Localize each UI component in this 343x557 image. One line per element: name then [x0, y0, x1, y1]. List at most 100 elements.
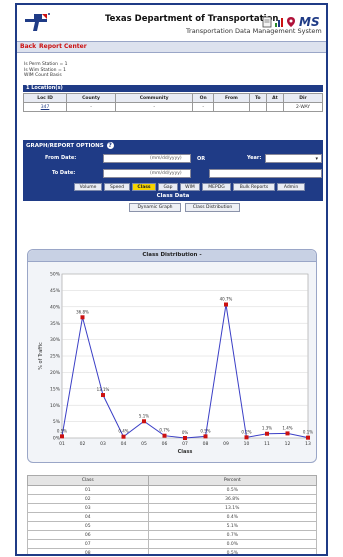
table-cell: 5.1% — [147, 521, 318, 531]
data-point — [162, 433, 167, 438]
tab-gap[interactable]: Gap — [158, 183, 178, 191]
back-link[interactable]: Back — [20, 43, 36, 50]
y-tick-label: 5% — [53, 419, 61, 425]
table-cell — [213, 102, 250, 112]
ms-logo-icon: MS — [299, 15, 320, 28]
y-tick-label: 40% — [50, 304, 61, 310]
x-tick-label: 05 — [141, 441, 147, 447]
year-label: Year: — [247, 155, 262, 161]
table-cell: 02 — [27, 494, 149, 504]
y-tick-label: 15% — [50, 386, 61, 392]
x-tick-label: 02 — [80, 441, 86, 447]
column-header: From — [213, 93, 250, 103]
page-subtitle: Transportation Data Management System — [186, 27, 322, 35]
table-row: 08 0.5% — [27, 548, 318, 554]
data-point — [224, 302, 228, 307]
tab-volume[interactable]: Volume — [74, 183, 102, 191]
data-label: 5.1% — [139, 413, 149, 418]
x-tick-label: 06 — [162, 441, 168, 447]
table-cell: 03 — [27, 503, 149, 513]
to-date-label: To Date: — [52, 170, 76, 176]
data-label: 40.7% — [220, 297, 233, 302]
table-cell: 0.5% — [147, 548, 318, 554]
document-icon[interactable] — [262, 16, 272, 28]
column-header: County — [66, 93, 116, 103]
or-label: OR — [193, 154, 209, 165]
tab-admin[interactable]: Admin — [277, 183, 305, 191]
data-label: 1.4% — [282, 425, 292, 430]
x-tick-label: 12 — [285, 441, 291, 447]
page-title: Texas Department of Transportation — [105, 14, 279, 24]
table-cell: 07 — [27, 539, 149, 549]
x-axis-label: Class — [178, 449, 193, 455]
class-distribution-button[interactable]: Class Distribution — [185, 203, 240, 212]
table-cell — [248, 102, 267, 112]
date-options: From Date: (mm/dd/yyyy) OR Year: ▾ To Da… — [23, 152, 323, 182]
tab-bulk-reports[interactable]: Bulk Reports — [233, 183, 275, 191]
data-label: 36.8% — [76, 309, 89, 314]
table-cell: - — [66, 102, 116, 112]
data-point — [265, 431, 269, 436]
percent-table: Class Percent 01 0.5% 02 36.8% 03 13.1% 04 0.4%… — [27, 475, 318, 554]
from-date-input[interactable]: (mm/dd/yyyy) — [103, 154, 191, 163]
data-label: 0% — [182, 430, 189, 435]
tab-speed[interactable]: Speed — [104, 183, 130, 191]
column-header: To — [248, 93, 267, 103]
data-point — [285, 431, 290, 436]
table-cell: 0.5% — [147, 485, 318, 495]
table-header-row: Loc ID County Community On From To At Di… — [22, 93, 323, 103]
table-cell: - — [114, 102, 194, 112]
map-pin-icon[interactable] — [286, 16, 296, 28]
locations-table: Loc ID County Community On From To At Di… — [22, 93, 323, 112]
data-label: 0.1% — [303, 430, 313, 435]
report-center-link[interactable]: Report Center — [39, 43, 87, 50]
table-cell: - — [192, 102, 215, 112]
table-row: 04 0.4% — [27, 512, 318, 522]
table-cell: 0.7% — [147, 530, 318, 540]
info-line: Is Perm Station = 1 — [24, 62, 68, 67]
to-date-input[interactable]: (mm/dd/yyyy) — [103, 169, 191, 178]
data-point — [80, 315, 85, 320]
chart-icon[interactable] — [274, 16, 284, 28]
tab-mepdg[interactable]: MEPDG — [202, 183, 231, 191]
tab-class[interactable]: Class — [132, 183, 156, 191]
chart-panel: Class Distribution - 0% 5% 10% 15% 20% 25% 30%… — [27, 249, 317, 463]
data-label: 0.5% — [200, 428, 210, 433]
info-line: WIM Count Basis — [24, 73, 62, 78]
loc-id-link[interactable]: 347 — [22, 102, 68, 112]
x-tick-label: 03 — [100, 441, 106, 447]
y-tick-label: 50% — [50, 272, 61, 278]
table-row: 347 - - - 2-WAY — [22, 102, 323, 112]
header: Texas Department of Transportation Trans… — [17, 5, 326, 41]
table-cell: 13.1% — [147, 503, 318, 513]
table-row: 06 0.7% — [27, 530, 318, 540]
table-cell: 08 — [27, 548, 149, 554]
y-tick-label: 25% — [50, 354, 61, 360]
filter-info: Is Perm Station = 1 Is Wim Station = 1 W… — [24, 62, 68, 79]
data-point — [142, 419, 146, 424]
data-point — [101, 393, 105, 398]
nav-bar: Back Report Center — [17, 41, 326, 53]
x-tick-label: 09 — [223, 441, 229, 447]
y-tick-label: 10% — [50, 403, 61, 409]
x-tick-label: 01 — [59, 441, 65, 447]
app-window: Texas Department of Transportation Trans… — [15, 3, 328, 556]
report-tabs: Volume Speed Class Gap WIM MEPDG Bulk Re… — [23, 182, 323, 192]
table-header-row: Class Percent — [27, 475, 318, 486]
column-header: Percent — [147, 475, 318, 486]
data-label: 0.4% — [118, 429, 128, 434]
txdot-logo-icon — [25, 13, 50, 31]
data-point — [121, 434, 126, 439]
dynamic-graph-button[interactable]: Dynamic Graph — [129, 203, 181, 212]
table-cell — [265, 102, 285, 112]
year-select[interactable]: ▾ — [265, 154, 322, 163]
column-header: At — [265, 93, 285, 103]
data-point — [244, 435, 249, 440]
tab-wim[interactable]: WIM — [180, 183, 200, 191]
x-tick-label: 04 — [121, 441, 127, 447]
column-header: Community — [114, 93, 194, 103]
options-title: GRAPH/REPORT OPTIONS — [26, 143, 104, 149]
header-icons: MS — [262, 14, 320, 28]
locations-bar: 1 Location(s) — [23, 85, 323, 92]
help-icon[interactable]: ? — [106, 142, 114, 149]
